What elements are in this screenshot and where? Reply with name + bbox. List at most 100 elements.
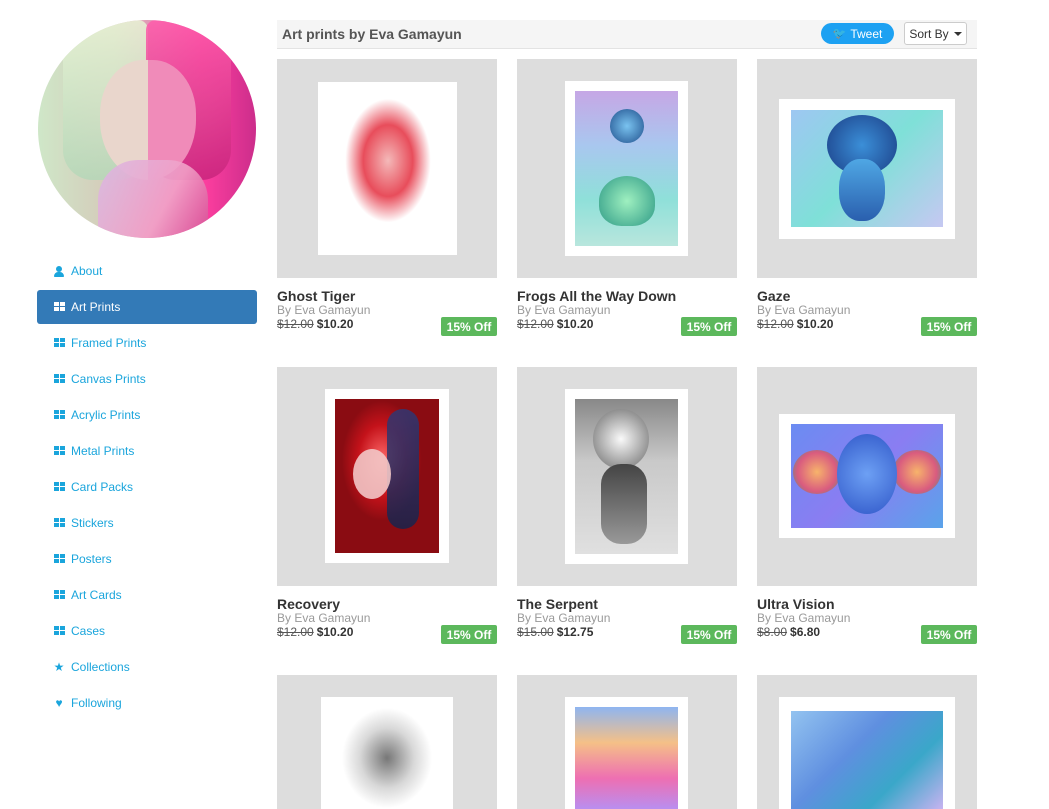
product-price: $8.00 $6.80	[757, 625, 820, 639]
tweet-label: Tweet	[850, 26, 883, 41]
product-thumbnail[interactable]	[757, 367, 977, 586]
grid-icon	[53, 373, 65, 385]
sidebar-item-label: Art Cards	[71, 588, 122, 602]
new-price: $10.20	[796, 317, 834, 331]
product-card[interactable]: Recovery By Eva Gamayun $12.00 $10.20 15%…	[277, 367, 497, 657]
product-title[interactable]: Ghost Tiger	[277, 288, 355, 304]
product-price: $12.00 $10.20	[517, 317, 593, 331]
product-thumbnail[interactable]	[517, 675, 737, 809]
product-price: $12.00 $10.20	[757, 317, 833, 331]
sidebar-item-label: Acrylic Prints	[71, 408, 141, 422]
product-price: $12.00 $10.20	[277, 625, 353, 639]
sidebar-item-acrylic-prints[interactable]: Acrylic Prints	[37, 398, 257, 432]
main-content: Art prints by Eva Gamayun 🐦 Tweet Sort B…	[277, 20, 977, 809]
grid-icon	[53, 625, 65, 637]
product-thumbnail[interactable]	[517, 367, 737, 586]
old-price: $12.00	[517, 317, 554, 331]
sidebar-item-framed-prints[interactable]: Framed Prints	[37, 326, 257, 360]
sidebar-item-label: Metal Prints	[71, 444, 135, 458]
product-artist: By Eva Gamayun	[517, 611, 611, 625]
grid-icon	[53, 589, 65, 601]
new-price: $10.20	[316, 625, 354, 639]
sidebar-item-label: Framed Prints	[71, 336, 147, 350]
sidebar-item-label: Posters	[71, 552, 112, 566]
sidebar-item-label: Art Prints	[71, 300, 121, 314]
discount-badge: 15% Off	[681, 625, 737, 644]
sidebar-item-stickers[interactable]: Stickers	[37, 506, 257, 540]
product-title[interactable]: Gaze	[757, 288, 790, 304]
old-price: $12.00	[277, 317, 314, 331]
sidebar-item-collections[interactable]: ★ Collections	[37, 650, 257, 684]
page-title: Art prints by Eva Gamayun	[282, 26, 462, 42]
product-thumbnail[interactable]	[277, 367, 497, 586]
product-thumbnail[interactable]	[757, 59, 977, 278]
twitter-bird-icon: 🐦	[832, 28, 847, 40]
sidebar-item-label: Collections	[71, 660, 130, 674]
product-thumbnail[interactable]	[277, 675, 497, 809]
product-card[interactable]: Ultra Vision By Eva Gamayun $8.00 $6.80 1…	[757, 367, 977, 657]
profile-avatar[interactable]	[38, 20, 256, 238]
sidebar-item-canvas-prints[interactable]: Canvas Prints	[37, 362, 257, 396]
grid-icon	[53, 553, 65, 565]
grid-icon	[53, 517, 65, 529]
product-artist: By Eva Gamayun	[757, 303, 851, 317]
tweet-button[interactable]: 🐦 Tweet	[821, 23, 894, 44]
product-card[interactable]	[517, 675, 737, 809]
product-card[interactable]: Ghost Tiger By Eva Gamayun $12.00 $10.20 …	[277, 59, 497, 349]
product-card[interactable]: Gaze By Eva Gamayun $12.00 $10.20 15% Off	[757, 59, 977, 349]
product-card[interactable]: Frogs All the Way Down By Eva Gamayun $1…	[517, 59, 737, 349]
sidebar-nav: About Art Prints Framed Prints Canvas Pr…	[37, 254, 257, 720]
sidebar-item-card-packs[interactable]: Card Packs	[37, 470, 257, 504]
sidebar: About Art Prints Framed Prints Canvas Pr…	[37, 20, 257, 722]
sidebar-item-label: Cases	[71, 624, 106, 638]
sidebar-item-metal-prints[interactable]: Metal Prints	[37, 434, 257, 468]
grid-icon	[53, 301, 65, 313]
new-price: $10.20	[316, 317, 354, 331]
grid-icon	[53, 445, 65, 457]
sort-label: Sort By	[909, 26, 949, 41]
sort-dropdown[interactable]: Sort By	[904, 22, 967, 45]
sidebar-item-art-prints[interactable]: Art Prints	[37, 290, 257, 324]
page-header: Art prints by Eva Gamayun 🐦 Tweet Sort B…	[277, 20, 977, 49]
new-price: $6.80	[790, 625, 821, 639]
sidebar-item-following[interactable]: ♥ Following	[37, 686, 257, 720]
grid-icon	[53, 409, 65, 421]
sidebar-item-label: Canvas Prints	[71, 372, 146, 386]
sidebar-item-label: Card Packs	[71, 480, 134, 494]
old-price: $15.00	[517, 625, 554, 639]
sidebar-item-cases[interactable]: Cases	[37, 614, 257, 648]
product-title[interactable]: Ultra Vision	[757, 596, 835, 612]
product-artist: By Eva Gamayun	[277, 611, 371, 625]
sidebar-item-art-cards[interactable]: Art Cards	[37, 578, 257, 612]
grid-icon	[53, 337, 65, 349]
star-icon: ★	[53, 660, 65, 674]
product-card[interactable]	[757, 675, 977, 809]
new-price: $10.20	[556, 317, 594, 331]
product-thumbnail[interactable]	[757, 675, 977, 809]
product-title[interactable]: Recovery	[277, 596, 340, 612]
product-artist: By Eva Gamayun	[277, 303, 371, 317]
discount-badge: 15% Off	[681, 317, 737, 336]
product-thumbnail[interactable]	[517, 59, 737, 278]
product-title[interactable]: Frogs All the Way Down	[517, 288, 676, 304]
product-artist: By Eva Gamayun	[517, 303, 611, 317]
product-card[interactable]: The Serpent By Eva Gamayun $15.00 $12.75 …	[517, 367, 737, 657]
caret-down-icon	[953, 31, 962, 36]
sidebar-item-about[interactable]: About	[37, 254, 257, 288]
sidebar-item-label: Following	[71, 696, 122, 710]
sidebar-item-label: About	[71, 264, 103, 278]
sidebar-item-posters[interactable]: Posters	[37, 542, 257, 576]
sidebar-item-label: Stickers	[71, 516, 114, 530]
old-price: $12.00	[277, 625, 314, 639]
new-price: $12.75	[556, 625, 594, 639]
grid-icon	[53, 481, 65, 493]
product-card[interactable]	[277, 675, 497, 809]
product-price: $15.00 $12.75	[517, 625, 593, 639]
discount-badge: 15% Off	[441, 625, 497, 644]
old-price: $12.00	[757, 317, 794, 331]
discount-badge: 15% Off	[921, 317, 977, 336]
product-title[interactable]: The Serpent	[517, 596, 598, 612]
product-price: $12.00 $10.20	[277, 317, 353, 331]
product-thumbnail[interactable]	[277, 59, 497, 278]
discount-badge: 15% Off	[441, 317, 497, 336]
